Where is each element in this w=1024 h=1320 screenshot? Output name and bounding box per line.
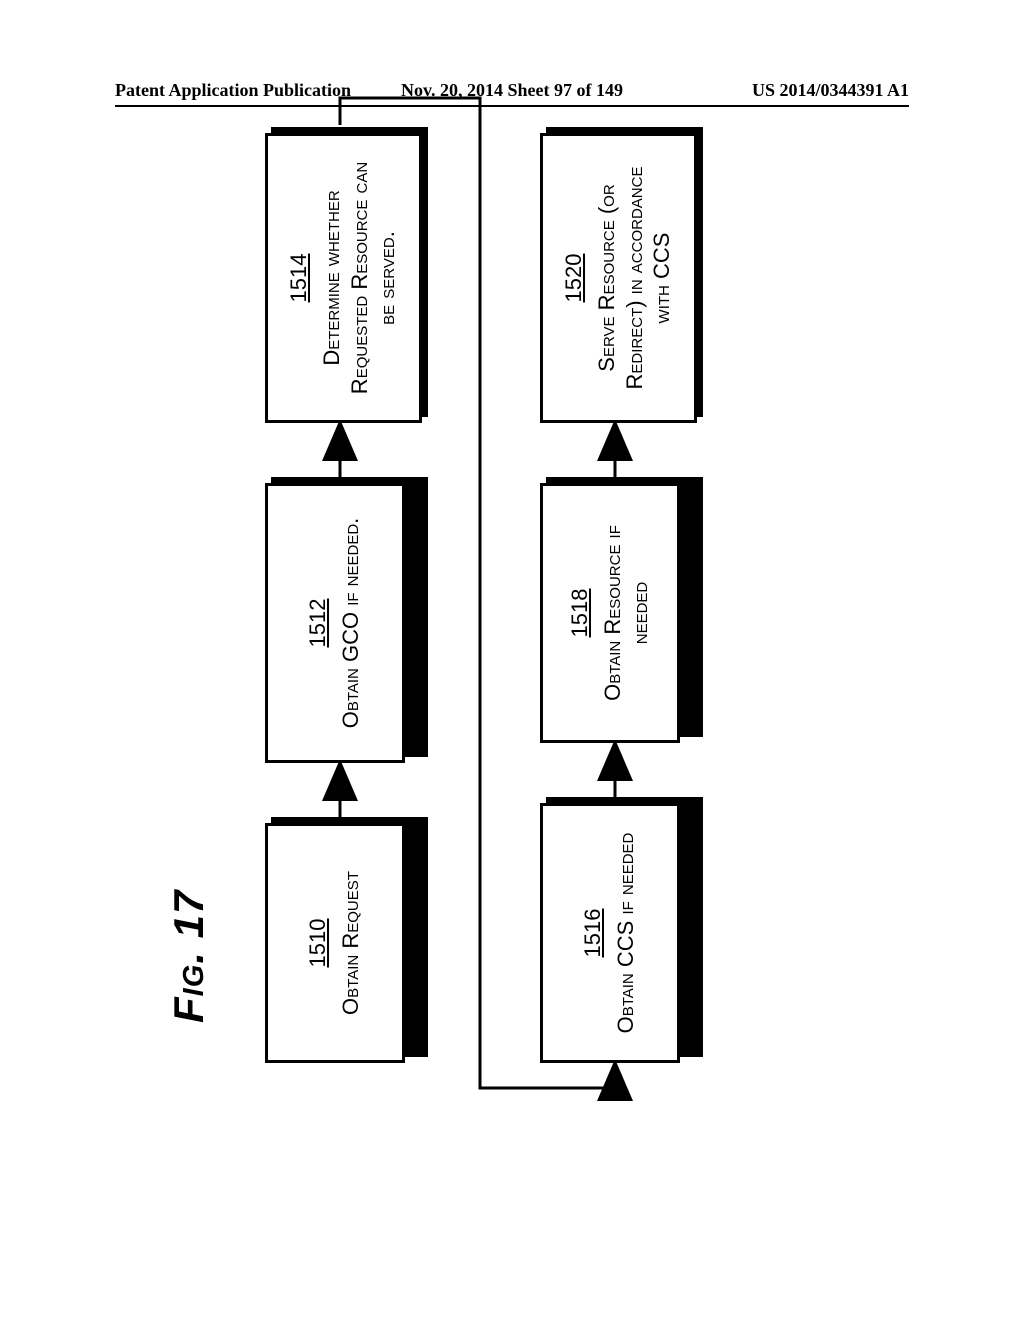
header-center: Nov. 20, 2014 Sheet 97 of 149 (380, 80, 645, 101)
row-2: 1516 Obtain CCS if needed 1518 Obtain Re… (540, 133, 697, 1063)
box-1512: 1512 Obtain GCO if needed. (265, 483, 405, 763)
box-1518-wrap: 1518 Obtain Resource if needed (540, 483, 697, 743)
box-1516-wrap: 1516 Obtain CCS if needed (540, 803, 697, 1063)
box-1516-text: Obtain CCS if needed (612, 832, 640, 1033)
box-1514-num: 1514 (286, 253, 312, 302)
box-1516-num: 1516 (580, 908, 606, 957)
rotated-figure: Fig. 17 1510 Obtain Request 1512 Obtain … (115, 308, 910, 1103)
header-right: US 2014/0344391 A1 (644, 80, 909, 101)
box-1514-text: Determine whether Requested Resource can… (318, 150, 401, 406)
box-1512-num: 1512 (305, 598, 331, 647)
box-1520-text: Serve Resource (or Redirect) in accordan… (593, 150, 676, 406)
box-1518: 1518 Obtain Resource if needed (540, 483, 680, 743)
figure-title: Fig. 17 (165, 889, 213, 1022)
box-1516: 1516 Obtain CCS if needed (540, 803, 680, 1063)
row-1: 1510 Obtain Request 1512 Obtain GCO if n… (265, 133, 422, 1063)
box-1510-num: 1510 (305, 918, 331, 967)
figure-area: Fig. 17 1510 Obtain Request 1512 Obtain … (115, 180, 910, 1230)
box-1520-num: 1520 (561, 253, 587, 302)
header-left: Patent Application Publication (115, 80, 380, 101)
box-1518-num: 1518 (567, 588, 593, 637)
box-1512-text: Obtain GCO if needed. (337, 517, 365, 728)
box-1510: 1510 Obtain Request (265, 823, 405, 1063)
box-1520: 1520 Serve Resource (or Redirect) in acc… (540, 133, 697, 423)
box-1510-text: Obtain Request (337, 871, 365, 1015)
box-1514: 1514 Determine whether Requested Resourc… (265, 133, 422, 423)
box-1512-wrap: 1512 Obtain GCO if needed. (265, 483, 422, 763)
header-rule (115, 105, 909, 107)
box-1518-text: Obtain Resource if needed (599, 500, 654, 726)
box-1520-wrap: 1520 Serve Resource (or Redirect) in acc… (540, 133, 697, 423)
box-1514-wrap: 1514 Determine whether Requested Resourc… (265, 133, 422, 423)
box-1510-wrap: 1510 Obtain Request (265, 823, 422, 1063)
page-header: Patent Application Publication Nov. 20, … (0, 80, 1024, 101)
